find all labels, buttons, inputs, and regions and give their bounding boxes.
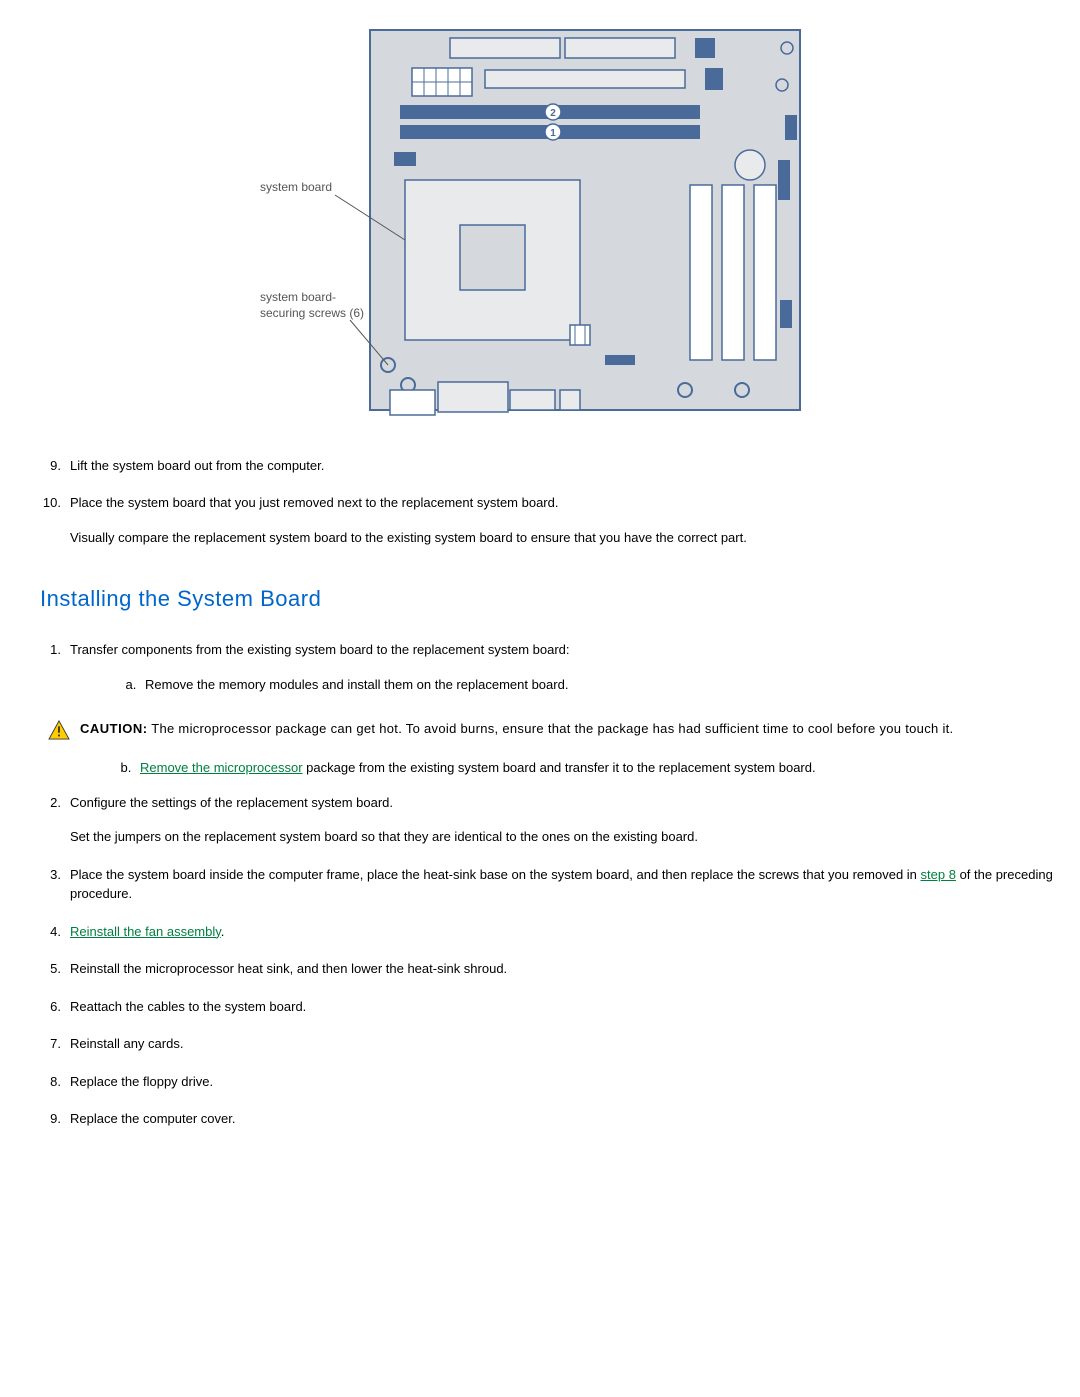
diagram-label-system-board: system board xyxy=(260,180,332,196)
install-step-2: Configure the settings of the replacemen… xyxy=(65,793,1060,847)
caution-box: CAUTION: The microprocessor package can … xyxy=(48,719,1060,740)
install-steps-list: Transfer components from the existing sy… xyxy=(65,640,1060,694)
step-text: Remove the memory modules and install th… xyxy=(145,677,568,692)
install-step-5: Reinstall the microprocessor heat sink, … xyxy=(65,959,1060,979)
install-steps-list-cont: Configure the settings of the replacemen… xyxy=(65,793,1060,1129)
diagram-container: 2 1 xyxy=(20,20,1060,426)
install-step-6: Reattach the cables to the system board. xyxy=(65,997,1060,1017)
step-text: Place the system board that you just rem… xyxy=(70,495,558,510)
step-text: Configure the settings of the replacemen… xyxy=(70,795,393,810)
reinstall-fan-link[interactable]: Reinstall the fan assembly xyxy=(70,924,221,939)
step-text: package from the existing system board a… xyxy=(303,760,816,775)
step-10-note: Visually compare the replacement system … xyxy=(70,528,1060,548)
step-text: Reinstall the microprocessor heat sink, … xyxy=(70,961,507,976)
remove-microprocessor-link[interactable]: Remove the microprocessor xyxy=(140,760,303,775)
motherboard-illustration: 2 1 xyxy=(260,20,820,420)
install-step-9: Replace the computer cover. xyxy=(65,1109,1060,1129)
step-8-link[interactable]: step 8 xyxy=(921,867,956,882)
diagram-label-screws: system board- securing screws (6) xyxy=(260,290,364,321)
svg-text:2: 2 xyxy=(550,108,556,119)
install-step-1b: Remove the microprocessor package from t… xyxy=(135,758,1060,778)
step-text: Place the system board inside the comput… xyxy=(70,867,921,882)
install-step-1: Transfer components from the existing sy… xyxy=(65,640,1060,694)
step-text: Replace the floppy drive. xyxy=(70,1074,213,1089)
install-step-3: Place the system board inside the comput… xyxy=(65,865,1060,904)
install-step-1b-list: Remove the microprocessor package from t… xyxy=(135,758,1060,778)
installing-heading: Installing the System Board xyxy=(40,582,1060,615)
step-text: Replace the computer cover. xyxy=(70,1111,235,1126)
caution-label: CAUTION: xyxy=(80,721,148,736)
install-step-8: Replace the floppy drive. xyxy=(65,1072,1060,1092)
step-text: Lift the system board out from the compu… xyxy=(70,458,324,473)
step-text: Transfer components from the existing sy… xyxy=(70,642,570,657)
step-text: Reinstall any cards. xyxy=(70,1036,183,1051)
system-board-diagram: 2 1 xyxy=(260,20,820,420)
caution-body: The microprocessor package can get hot. … xyxy=(148,721,954,736)
install-step-2-note: Set the jumpers on the replacement syste… xyxy=(70,827,1060,847)
step-text: Reattach the cables to the system board. xyxy=(70,999,306,1014)
install-step-1a: Remove the memory modules and install th… xyxy=(140,675,1060,695)
install-step-1-sublist: Remove the memory modules and install th… xyxy=(140,675,1060,695)
step-9: Lift the system board out from the compu… xyxy=(65,456,1060,476)
step-text: . xyxy=(221,924,225,939)
caution-text: CAUTION: The microprocessor package can … xyxy=(80,719,953,739)
install-step-7: Reinstall any cards. xyxy=(65,1034,1060,1054)
caution-triangle-icon xyxy=(48,720,70,740)
svg-text:1: 1 xyxy=(550,128,556,139)
step-10: Place the system board that you just rem… xyxy=(65,493,1060,547)
install-step-4: Reinstall the fan assembly. xyxy=(65,922,1060,942)
removal-steps-list: Lift the system board out from the compu… xyxy=(65,456,1060,548)
